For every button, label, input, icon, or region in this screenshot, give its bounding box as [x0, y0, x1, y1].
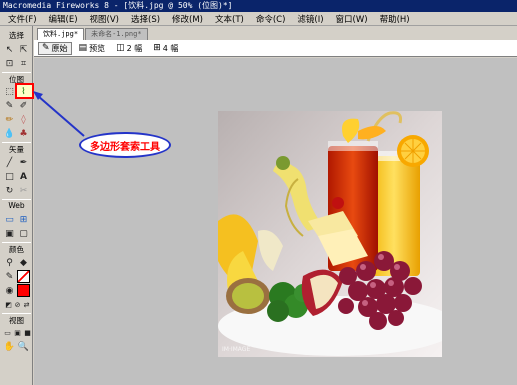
annotation-arrow — [33, 91, 85, 137]
fireworks-window: Macromedia Fireworks 8 - [饮料.jpg @ 50% (… — [0, 0, 517, 385]
annotation-callout: 多边形套索工具 — [79, 132, 171, 158]
annotation-label: 多边形套索工具 — [90, 141, 160, 153]
